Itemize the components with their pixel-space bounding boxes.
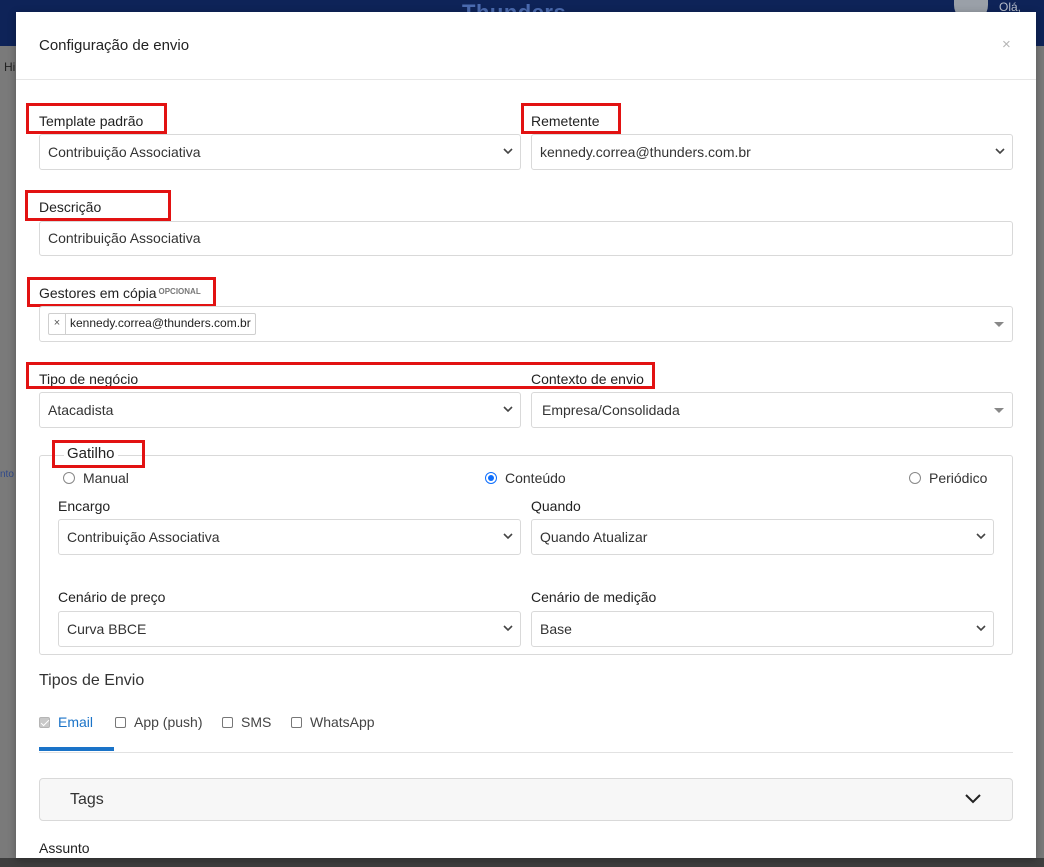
highlight-template <box>26 103 167 134</box>
tags-accordion-title: Tags <box>70 791 104 808</box>
background-side-fragment: nto <box>0 469 14 480</box>
background-left-strip <box>0 46 16 867</box>
cenario-medicao-select[interactable]: Base <box>531 611 994 647</box>
quando-select[interactable]: Quando Atualizar <box>531 519 994 555</box>
chevron-down-icon <box>976 533 986 540</box>
highlight-gatilho <box>52 440 145 468</box>
tab-whatsapp[interactable]: WhatsApp <box>291 714 375 730</box>
background-nav-fragment: Hi <box>4 60 16 74</box>
quando-label: Quando <box>531 498 581 514</box>
descricao-input[interactable]: Contribuição Associativa <box>39 221 1013 256</box>
checkbox-icon <box>115 716 126 728</box>
chevron-down-icon <box>965 794 981 804</box>
encargo-value: Contribuição Associativa <box>67 529 220 545</box>
radio-periodico-label: Periódico <box>929 470 988 486</box>
background-right-strip <box>1036 46 1044 867</box>
cenario-preco-label: Cenário de preço <box>58 589 166 605</box>
cenario-medicao-value: Base <box>540 621 572 637</box>
contexto-envio-select[interactable]: Empresa/Consolidada <box>531 392 1013 428</box>
template-select[interactable]: Contribuição Associativa <box>39 134 521 170</box>
highlight-remetente <box>521 103 621 134</box>
tag-remove-icon[interactable]: × <box>49 314 66 334</box>
highlight-descricao <box>25 190 171 221</box>
checkbox-checked-icon <box>39 716 50 728</box>
cenario-medicao-label: Cenário de medição <box>531 589 657 605</box>
gestores-multiselect[interactable]: × kennedy.correa@thunders.com.br <box>39 306 1013 342</box>
chevron-down-icon <box>503 533 513 540</box>
radio-selected-icon <box>485 472 497 484</box>
gestor-tag-text: kennedy.correa@thunders.com.br <box>70 316 251 330</box>
tipos-envio-title: Tipos de Envio <box>39 672 145 689</box>
modal-title: Configuração de envio <box>39 37 190 54</box>
chevron-down-icon <box>995 148 1005 155</box>
radio-manual[interactable]: Manual <box>63 470 129 486</box>
tags-accordion[interactable]: Tags <box>39 778 1013 821</box>
contexto-envio-value: Empresa/Consolidada <box>542 402 680 418</box>
cenario-preco-select[interactable]: Curva BBCE <box>58 611 521 647</box>
cenario-preco-value: Curva BBCE <box>67 621 147 637</box>
quando-value: Quando Atualizar <box>540 529 648 545</box>
config-modal: Configuração de envio × Template padrão … <box>16 12 1036 858</box>
checkbox-icon <box>222 716 233 728</box>
remetente-select-value: kennedy.correa@thunders.com.br <box>540 144 751 160</box>
background-bottom-bar <box>0 858 1044 867</box>
radio-circle-icon <box>63 472 75 484</box>
radio-conteudo[interactable]: Conteúdo <box>485 470 566 486</box>
caret-down-icon <box>994 322 1004 327</box>
tab-sms[interactable]: SMS <box>222 714 271 730</box>
chevron-down-icon <box>976 625 986 632</box>
radio-circle-icon <box>909 472 921 484</box>
close-icon[interactable]: × <box>1002 36 1011 53</box>
tab-app-push[interactable]: App (push) <box>115 714 202 730</box>
radio-periodico[interactable]: Periódico <box>909 470 987 486</box>
tab-email[interactable]: Email <box>39 714 93 730</box>
remetente-select[interactable]: kennedy.correa@thunders.com.br <box>531 134 1013 170</box>
chevron-down-icon <box>503 406 513 413</box>
checkbox-icon <box>291 716 302 728</box>
highlight-gestores <box>27 277 216 307</box>
template-select-value: Contribuição Associativa <box>48 144 201 160</box>
assunto-label: Assunto <box>39 840 90 856</box>
chevron-down-icon <box>503 625 513 632</box>
encargo-select[interactable]: Contribuição Associativa <box>58 519 521 555</box>
encargo-label: Encargo <box>58 498 111 514</box>
tab-email-label: Email <box>58 714 94 730</box>
highlight-tipo-contexto <box>26 362 655 389</box>
tab-whatsapp-label: WhatsApp <box>310 714 375 730</box>
tab-app-push-label: App (push) <box>134 714 203 730</box>
modal-header: Configuração de envio × <box>16 12 1036 80</box>
caret-down-icon <box>994 408 1004 413</box>
radio-manual-label: Manual <box>83 470 129 486</box>
chevron-down-icon <box>503 148 513 155</box>
radio-conteudo-label: Conteúdo <box>505 470 566 486</box>
tipo-negocio-select[interactable]: Atacadista <box>39 392 521 428</box>
tipo-negocio-value: Atacadista <box>48 402 114 418</box>
gestor-tag: × kennedy.correa@thunders.com.br <box>48 313 256 335</box>
tab-sms-label: SMS <box>241 714 272 730</box>
tipos-envio-tabs: Email App (push) SMS WhatsApp <box>39 712 1013 753</box>
active-tab-indicator <box>39 747 114 751</box>
